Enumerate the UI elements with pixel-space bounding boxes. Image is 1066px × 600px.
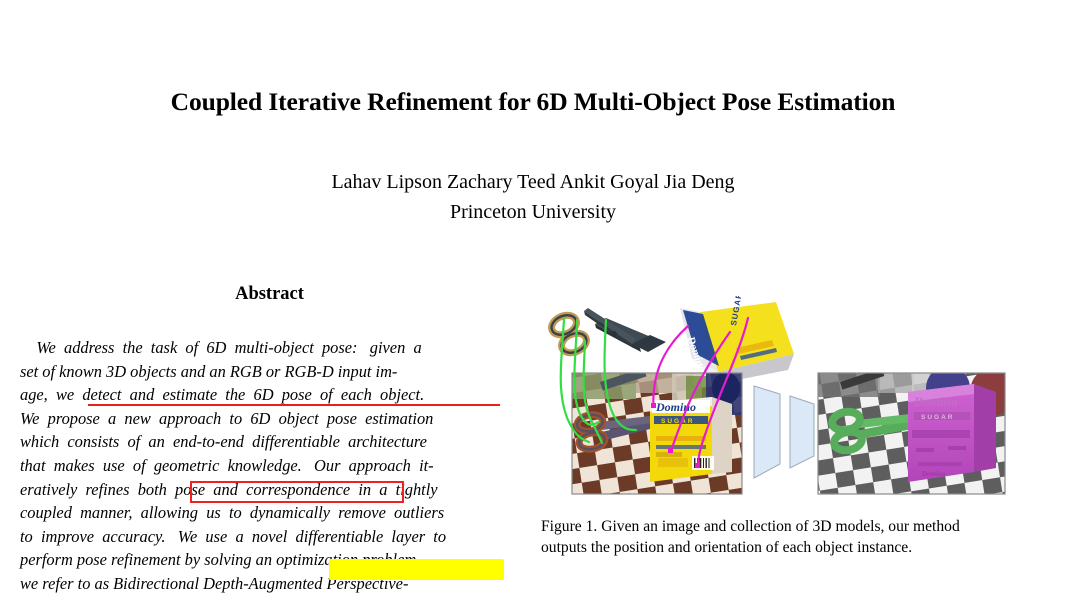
- abstract-line: set of known 3D objects and an RGB or RG…: [20, 361, 398, 381]
- abstract-line: which consists of an end-to-end differen…: [20, 432, 427, 452]
- abstract-line: to improve accuracy. We use a novel diff…: [20, 526, 447, 546]
- abstract-heading: Abstract: [235, 284, 304, 304]
- abstract-line: We address the task of 6D multi-object p…: [20, 338, 422, 357]
- page-title: Coupled Iterative Refinement for 6D Mult…: [170, 87, 896, 116]
- abstract-line: that makes use of geometric knowledge. O…: [20, 455, 434, 475]
- author-list: Lahav Lipson Zachary Teed Ankit Goyal Ji…: [0, 172, 1066, 192]
- figure-caption-line: outputs the position and orientation of …: [541, 539, 913, 556]
- affiliation: Princeton University: [449, 201, 617, 223]
- output-pose-overlay-image: Domino SUGAR Domino: [817, 372, 1006, 495]
- network-block: [753, 385, 815, 479]
- abstract-line: coupled manner, allowing us to dynamical…: [20, 503, 445, 523]
- abstract-text: We address the task of 6D multi-object p…: [20, 336, 520, 596]
- paper-page: Coupled Iterative Refinement for 6D Mult…: [0, 0, 1066, 600]
- sugar-box-3d-model: Domino SUGAR: [680, 296, 794, 384]
- red-underline-annotation: [88, 404, 500, 406]
- figure-1-image: Domino SUGAR Domino SUGAR Domino SUGAR D…: [540, 296, 1040, 501]
- yellow-highlight-annotation: [329, 559, 504, 580]
- scissors-3d-model: [548, 308, 666, 357]
- svg-text:Domino: Domino: [921, 470, 946, 478]
- svg-text:SUGAR: SUGAR: [921, 414, 954, 421]
- figure-caption-line: Figure 1. Given an image and collection …: [541, 518, 960, 535]
- svg-text:Domino: Domino: [913, 394, 958, 409]
- author-names: Lahav Lipson Zachary Teed Ankit Goyal Ji…: [331, 171, 735, 193]
- red-box-annotation: [190, 481, 404, 503]
- abstract-line: We propose a new approach to 6D object p…: [20, 408, 434, 428]
- sugar-box-overlay: Domino SUGAR Domino: [908, 384, 996, 482]
- figure-caption: Figure 1. Given an image and collection …: [541, 516, 1041, 558]
- svg-text:SUGAR: SUGAR: [661, 418, 694, 425]
